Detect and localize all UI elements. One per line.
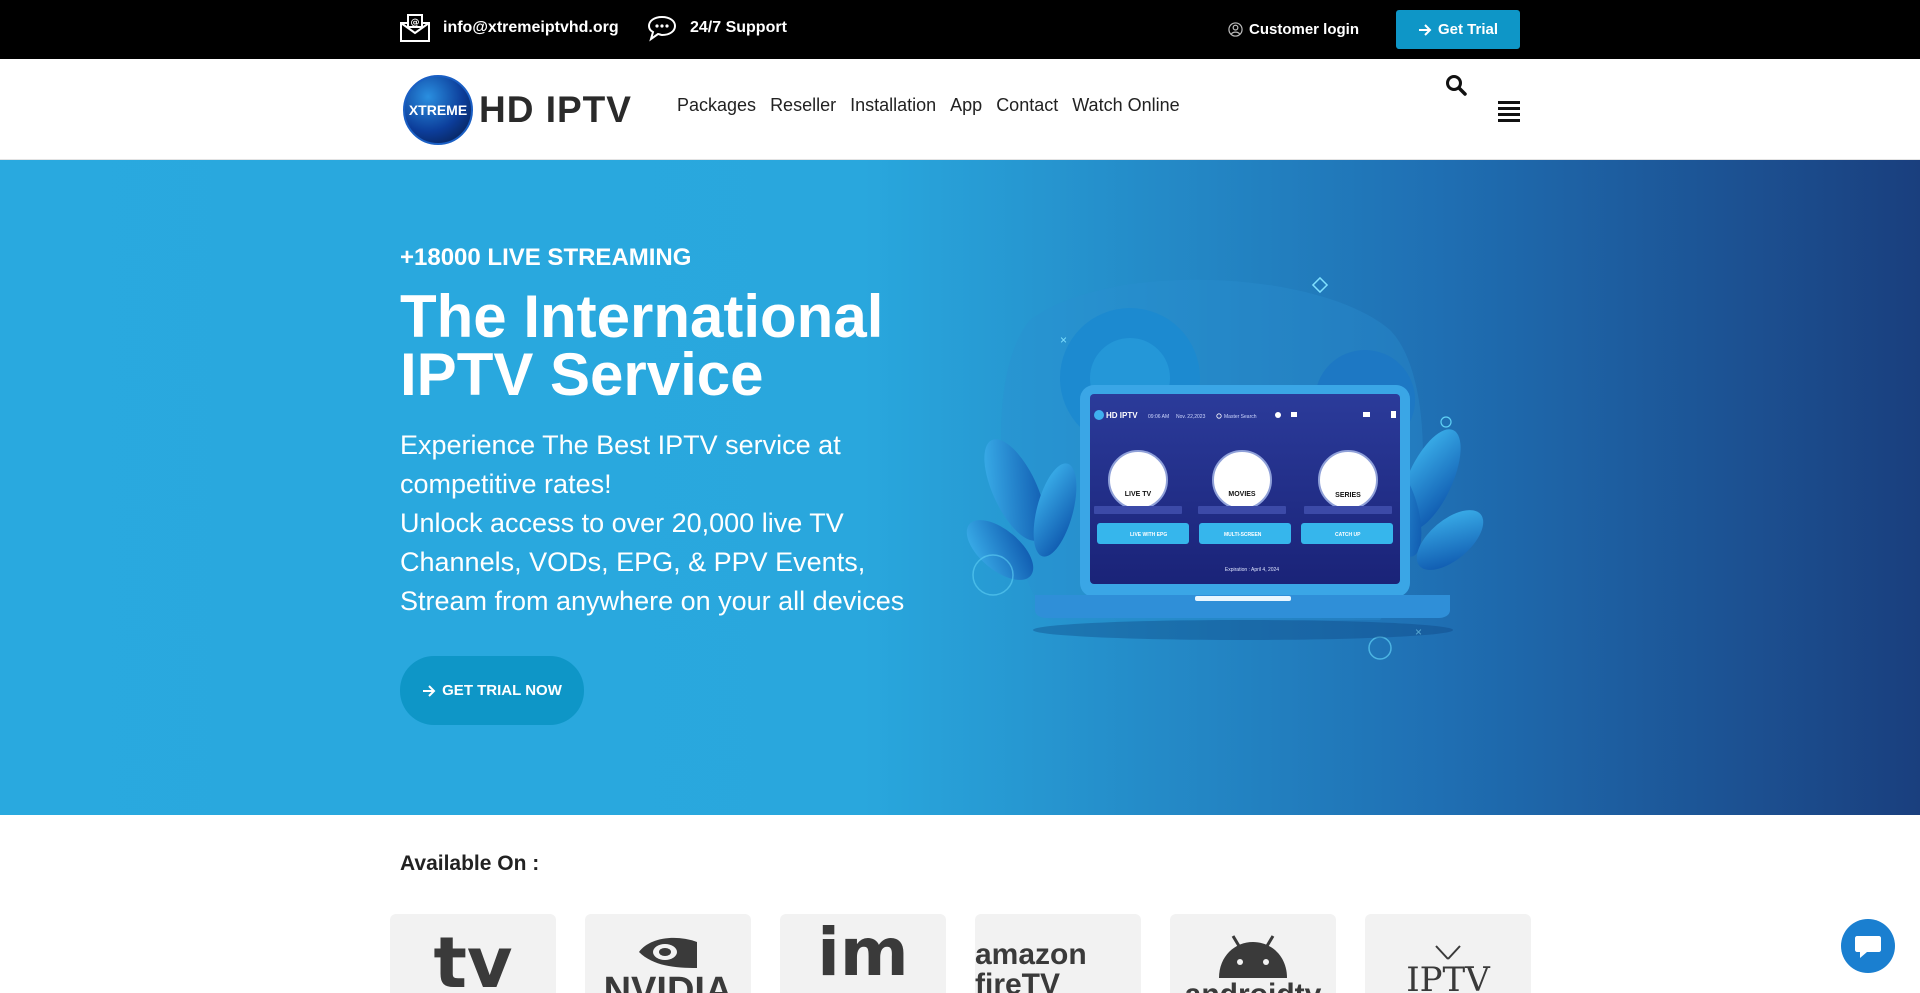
- screen-expiration: Expiration : April 4, 2024: [1225, 567, 1279, 573]
- logo-text: HD IPTV: [479, 89, 632, 130]
- svg-text:×: ×: [1060, 333, 1067, 347]
- screen-date: Nov. 22,2023: [1176, 414, 1206, 420]
- android-tv-logo-text: androidtv: [1185, 978, 1322, 993]
- screen-brand: HD IPTV: [1106, 411, 1138, 420]
- support-link[interactable]: 24/7 Support: [646, 10, 787, 46]
- nav-item-app[interactable]: App: [950, 95, 982, 116]
- platform-im[interactable]: im: [780, 914, 946, 993]
- screen-button-catch-up: CATCH UP: [1335, 532, 1361, 538]
- chat-icon: [1855, 936, 1881, 958]
- hero-title: The International IPTV Service: [400, 283, 884, 408]
- nav-item-reseller[interactable]: Reseller: [770, 95, 836, 116]
- apple-tv-logo-text: tv: [433, 922, 513, 993]
- get-trial-now-label[interactable]: GET TRIAL NOW: [442, 682, 562, 699]
- platform-nvidia[interactable]: NVIDIA: [585, 914, 751, 993]
- hero-description: Experience The Best IPTV service at comp…: [400, 426, 940, 621]
- hero-desc-line-2: Unlock access to over 20,000 live TV Cha…: [400, 508, 905, 616]
- laptop-illustration: × × × HD IPTV 09:06 AM Nov. 22,2023 Mast…: [966, 276, 1484, 660]
- platform-iptv-smarters[interactable]: IPTV: [1365, 914, 1531, 993]
- screen-button-live-epg: LIVE WITH EPG: [1130, 532, 1167, 538]
- screen-tile-movies: MOVIES: [1228, 491, 1256, 498]
- nav-item-watch-online[interactable]: Watch Online: [1072, 95, 1179, 116]
- logo-mark-text: XTREME: [408, 102, 468, 118]
- user-icon: [1228, 21, 1243, 37]
- nav-item-installation[interactable]: Installation: [850, 95, 936, 116]
- hamburger-menu-icon[interactable]: [1497, 99, 1521, 123]
- logo-mark: XTREME: [403, 75, 473, 145]
- nvidia-logo-text: NVIDIA: [603, 969, 733, 993]
- screen-button-multi-screen: MULTI-SCREEN: [1224, 532, 1262, 538]
- chat-bubble-icon: [647, 15, 677, 42]
- arrow-right-icon: [423, 684, 436, 697]
- site-logo[interactable]: XTREME HD IPTV: [403, 75, 632, 145]
- hero-desc-line-1: Experience The Best IPTV service at comp…: [400, 430, 841, 499]
- screen-tile-series: SERIES: [1335, 492, 1361, 499]
- im-logo-text: im: [817, 914, 909, 991]
- android-robot-icon: [1219, 935, 1287, 978]
- nav-item-contact[interactable]: Contact: [996, 95, 1058, 116]
- tv-antenna-icon: [1435, 945, 1461, 960]
- iptv-logo-text: IPTV: [1406, 960, 1490, 993]
- get-trial-button[interactable]: Get Trial: [1396, 10, 1520, 49]
- screen-tile-live-tv: LIVE TV: [1125, 491, 1152, 498]
- email-text[interactable]: info@xtremeiptvhd.org: [443, 19, 619, 37]
- platform-list: tv NVIDIA im amazon fireTV androidtv IPT…: [390, 914, 1531, 993]
- platform-apple-tv[interactable]: tv: [390, 914, 556, 993]
- arrow-right-icon: [1418, 23, 1432, 36]
- nav-item-packages[interactable]: Packages: [677, 95, 756, 116]
- site-header: XTREME HD IPTV Packages Reseller Install…: [0, 59, 1920, 160]
- get-trial-label[interactable]: Get Trial: [1438, 21, 1498, 38]
- mail-icon: @: [400, 14, 430, 42]
- search-icon[interactable]: [1444, 73, 1468, 97]
- customer-login-link[interactable]: Customer login: [1228, 14, 1359, 44]
- platform-android-tv[interactable]: androidtv: [1170, 914, 1336, 993]
- screen-time: 09:06 AM: [1148, 414, 1169, 420]
- customer-login-label[interactable]: Customer login: [1249, 21, 1359, 38]
- amazon-firetv-logo-text: amazon fireTV: [975, 938, 1087, 993]
- hero-kicker: +18000 LIVE STREAMING: [400, 244, 692, 271]
- available-on-heading: Available On :: [400, 852, 540, 875]
- get-trial-now-button[interactable]: GET TRIAL NOW: [400, 656, 584, 725]
- live-chat-button[interactable]: [1841, 919, 1895, 973]
- svg-text:@: @: [411, 18, 420, 28]
- main-nav: Packages Reseller Installation App Conta…: [677, 95, 1180, 116]
- top-bar: @ info@xtremeiptvhd.org 24/7 Support Cus…: [0, 0, 1920, 59]
- hero-section: +18000 LIVE STREAMING The International …: [0, 160, 1920, 815]
- nvidia-eye-icon: [639, 937, 697, 968]
- support-text[interactable]: 24/7 Support: [690, 19, 787, 37]
- platform-amazon-firetv[interactable]: amazon fireTV: [975, 914, 1141, 993]
- email-contact[interactable]: @ info@xtremeiptvhd.org: [399, 10, 619, 46]
- screen-search: Master Search: [1224, 414, 1257, 420]
